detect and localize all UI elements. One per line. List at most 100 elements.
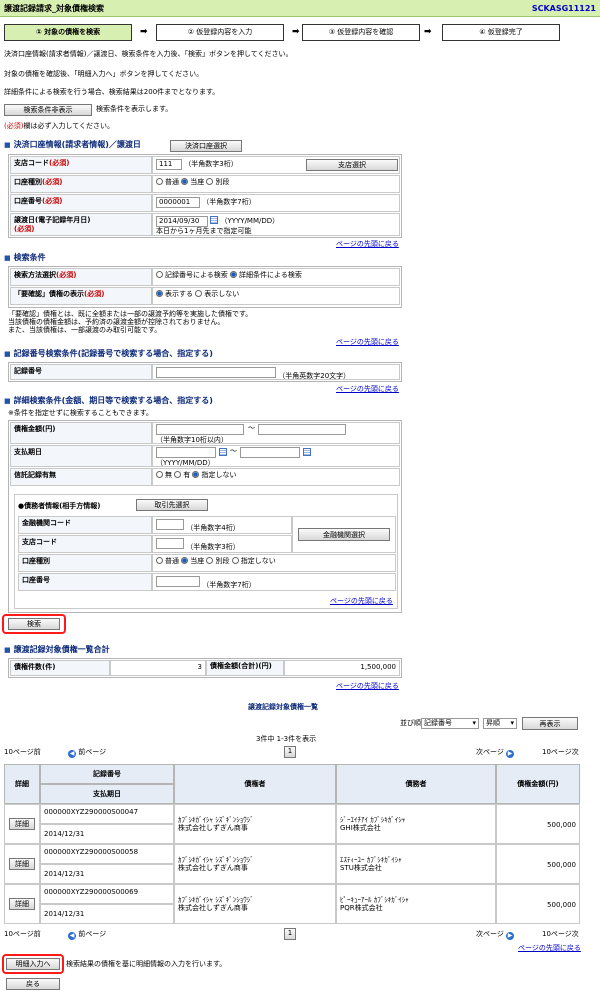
toggle-search-button[interactable]: 検索条件非表示 xyxy=(4,104,92,116)
step-4: ④ 仮登録完了 xyxy=(442,24,560,41)
calendar-icon[interactable] xyxy=(219,448,227,456)
search-note-3: また、当該債権は、一部譲渡のみ取引可能です。 xyxy=(8,326,162,334)
amount-hint: （半角数字10桁以内） xyxy=(156,436,228,444)
page-title: 譲渡記録請求_対象債権検索 xyxy=(4,4,104,13)
prev-link[interactable]: ◀ 前ページ xyxy=(68,930,106,940)
due-from-input[interactable] xyxy=(156,447,216,458)
detail-input-note: 検索結果の債権を基に明細情報の入力を行います。 xyxy=(66,960,227,968)
radio-show[interactable]: 表示する xyxy=(156,290,193,298)
debtor-account-number-input[interactable] xyxy=(156,576,200,587)
col-debtor: 債務者 xyxy=(336,764,496,804)
redisplay-button[interactable]: 再表示 xyxy=(522,717,578,730)
record-number-input[interactable] xyxy=(156,367,276,378)
radio-futsu[interactable]: 普通 xyxy=(156,178,179,186)
next-link[interactable]: 次ページ ▶ xyxy=(476,930,515,940)
required-mark: (必須) xyxy=(4,122,24,130)
radio-betsudan[interactable]: 別段 xyxy=(206,178,229,186)
account-number-input[interactable]: 0000001 xyxy=(156,197,200,208)
sort-select[interactable]: 記録番号 ▾ xyxy=(421,718,479,729)
page-top-link[interactable]: ページの先頭に戻る xyxy=(518,944,581,953)
transfer-date-input[interactable]: 2014/09/30 xyxy=(156,216,208,227)
count-value: 3 xyxy=(110,660,206,676)
trust-cell: 無 有 指定しない xyxy=(152,468,400,486)
radio-toza[interactable]: 当座 xyxy=(181,178,204,186)
amount-cell: 500,000 xyxy=(496,884,580,924)
account-type-label: 口座種別(必須) xyxy=(10,175,152,193)
arrow-left-icon: ◀ xyxy=(68,750,76,758)
page-top-link[interactable]: ページの先頭に戻る xyxy=(336,385,399,394)
due-date-label: 支払期日 xyxy=(10,445,152,467)
chevron-down-icon: ▾ xyxy=(472,719,476,727)
step-2: ② 仮登録内容を入力 xyxy=(156,24,284,41)
prev-link[interactable]: ◀ 前ページ xyxy=(68,748,106,758)
arrow-right-icon: ▶ xyxy=(506,750,515,758)
step-3: ③ 仮登録内容を確認 xyxy=(302,24,420,41)
radio-hide[interactable]: 表示しない xyxy=(195,290,239,298)
calendar-icon[interactable] xyxy=(210,216,219,224)
bank-code-input[interactable] xyxy=(156,519,184,530)
list-count-text: 3件中 1-3件を表示 xyxy=(256,735,317,743)
page-1-button[interactable]: 1 xyxy=(284,746,296,758)
branch-code-input[interactable]: 111 xyxy=(156,159,182,170)
intro-text-2: 対象の債権を確認後、「明細入力へ」ボタンを押してください。 xyxy=(4,70,204,78)
next10-link[interactable]: 10ページ次 xyxy=(542,748,579,757)
radio-trust-yes[interactable]: 有 xyxy=(174,471,190,479)
prev10-link[interactable]: 10ページ前 xyxy=(4,748,41,757)
creditor-cell: ｶﾌﾞｼｷｶﾞｲｼｬ ｼｽﾞｷﾞﾝｼｮｳｼﾞ 株式会社しずぎん商事 xyxy=(174,884,336,924)
radio-d-any[interactable]: 指定しない xyxy=(231,557,276,565)
next-link[interactable]: 次ページ ▶ xyxy=(476,748,515,758)
creditor-cell: ｶﾌﾞｼｷｶﾞｲｼｬ ｼｽﾞｷﾞﾝｼｮｳｼﾞ 株式会社しずぎん商事 xyxy=(174,844,336,884)
page-top-link[interactable]: ページの先頭に戻る xyxy=(336,338,399,347)
radio-d-futsu[interactable]: 普通 xyxy=(156,557,179,565)
detail-note: ※条件を指定せずに検索することもできます。 xyxy=(8,409,153,417)
due-to-input[interactable] xyxy=(240,447,300,458)
detail-button[interactable]: 詳細 xyxy=(9,898,35,910)
order-select[interactable]: 昇順 ▾ xyxy=(483,718,517,729)
radio-trust-any[interactable]: 指定しない xyxy=(192,471,236,479)
record-number-label: 記録番号 xyxy=(10,364,152,380)
branch-select-button[interactable]: 支店選択 xyxy=(306,159,398,171)
search-method-label: 検索方法選択(必須) xyxy=(10,268,152,286)
amount-to-input[interactable] xyxy=(258,424,346,435)
record-no-cell: 000000XYZ290000S00058 xyxy=(40,844,174,864)
detail-button[interactable]: 詳細 xyxy=(9,858,35,870)
amount-from-input[interactable] xyxy=(156,424,244,435)
detail-input-button[interactable]: 明細入力へ xyxy=(6,958,60,970)
count-label: 債権件数(件) xyxy=(10,660,110,676)
debtor-account-number-cell: （半角数字7桁） xyxy=(152,573,396,591)
debtor-branch-input[interactable] xyxy=(156,538,184,549)
col-due: 支払期日 xyxy=(40,784,174,804)
amount-total-value: 1,500,000 xyxy=(284,660,400,676)
account-select-button[interactable]: 決済口座選択 xyxy=(170,140,242,152)
due-cell: 2014/12/31 xyxy=(40,864,174,884)
section-total-title: 譲渡記録対象債権一覧合計 xyxy=(4,645,110,655)
calendar-icon[interactable] xyxy=(303,448,311,456)
detail-button[interactable]: 詳細 xyxy=(9,818,35,830)
arrow-left-icon: ◀ xyxy=(68,932,76,940)
step-arrow-icon: ➡ xyxy=(424,27,432,37)
toggle-note: 検索条件を表示します。 xyxy=(96,105,173,113)
page-top-link[interactable]: ページの先頭に戻る xyxy=(336,240,399,249)
search-button[interactable]: 検索 xyxy=(8,618,60,630)
page-1-button[interactable]: 1 xyxy=(284,928,296,940)
page-top-link[interactable]: ページの先頭に戻る xyxy=(330,597,393,606)
bank-select-button[interactable]: 金融機関選択 xyxy=(298,528,390,541)
radio-d-betsudan[interactable]: 別段 xyxy=(206,557,229,565)
debtor-cell: ｼﾞｰｴｲﾁｱｲ ｶﾌﾞｼｷｶﾞｲｼｬ GHI株式会社 xyxy=(336,804,496,844)
section-search-title: 検索条件 xyxy=(4,253,46,263)
confirm-display-cell: 表示する 表示しない xyxy=(152,287,400,305)
amount-cell: 500,000 xyxy=(496,804,580,844)
prev10-link[interactable]: 10ページ前 xyxy=(4,930,41,939)
branch-code-label: 支店コード(必須) xyxy=(10,156,152,174)
col-amount: 債権金額(円) xyxy=(496,764,580,804)
partner-select-button[interactable]: 取引先選択 xyxy=(136,499,208,511)
radio-trust-none[interactable]: 無 xyxy=(156,471,172,479)
radio-d-toza[interactable]: 当座 xyxy=(181,557,204,565)
radio-record-search[interactable]: 記録番号による検索 xyxy=(156,271,228,279)
radio-detail-search[interactable]: 詳細条件による検索 xyxy=(230,271,302,279)
next10-link[interactable]: 10ページ次 xyxy=(542,930,579,939)
account-type-cell: 普通 当座 別段 xyxy=(152,175,400,193)
page-top-link[interactable]: ページの先頭に戻る xyxy=(336,682,399,691)
bank-code-label: 金融機関コード xyxy=(18,516,152,534)
back-button[interactable]: 戻る xyxy=(6,978,60,990)
